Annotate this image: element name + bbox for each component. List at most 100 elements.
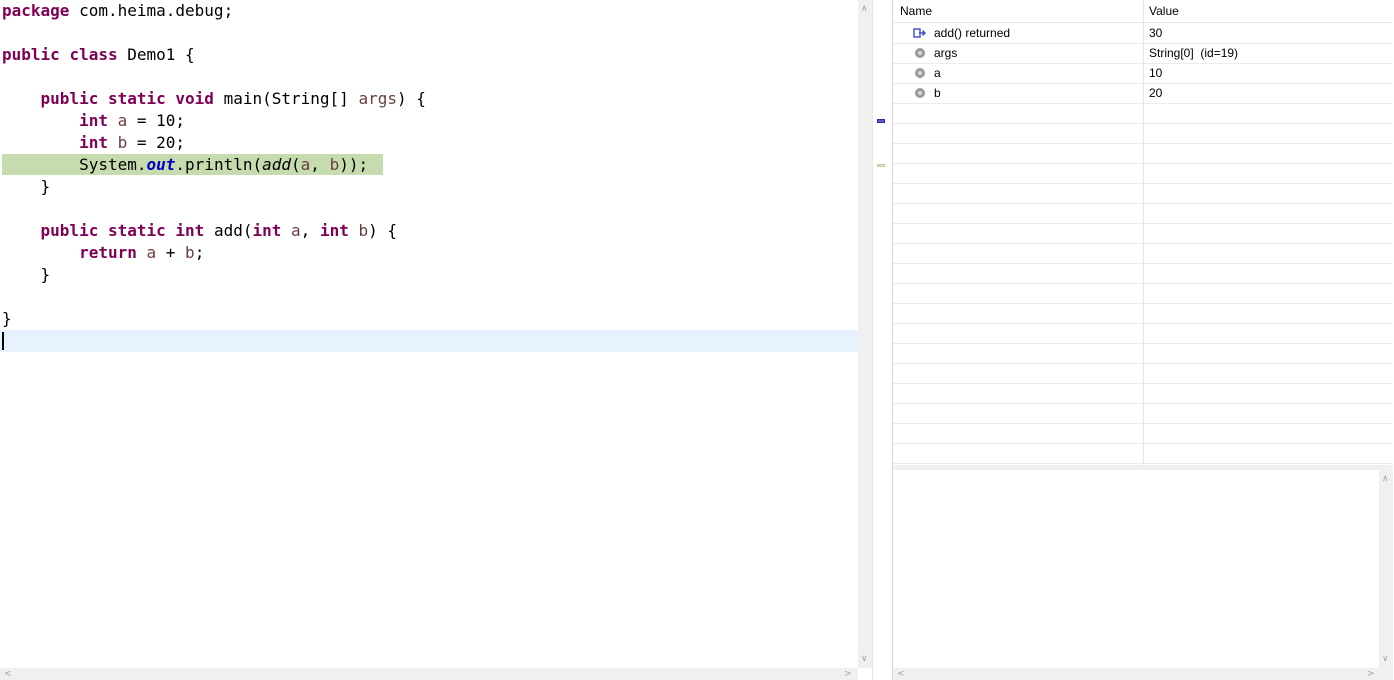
local-variable-token: a xyxy=(117,111,128,130)
operator-token: + xyxy=(156,243,186,262)
scroll-left-icon[interactable]: < xyxy=(897,669,905,679)
local-variable-token: a xyxy=(300,155,311,174)
code-line-8[interactable]: System.out.println(add(a, b)); xyxy=(2,154,368,176)
code-line-15[interactable]: } xyxy=(2,308,12,330)
variable-value: 30 xyxy=(1149,26,1163,40)
text-caret xyxy=(2,332,4,350)
keyword-token: public xyxy=(40,221,99,240)
closing-brace-token: } xyxy=(2,177,51,196)
editor-horizontal-scrollbar[interactable]: < > xyxy=(0,668,858,680)
parameter-token: args xyxy=(358,89,397,108)
local-variable-icon xyxy=(915,68,925,78)
parameter-token: b xyxy=(185,243,195,262)
scroll-right-icon[interactable]: > xyxy=(1367,669,1375,679)
keyword-token: int xyxy=(252,221,282,240)
class-name-token: System. xyxy=(79,155,147,174)
scroll-up-icon[interactable]: ∧ xyxy=(1382,474,1389,484)
debug-line-marker-icon[interactable] xyxy=(877,164,885,167)
code-line-9[interactable]: } xyxy=(2,176,51,198)
variable-name: add() returned xyxy=(934,26,1011,40)
keyword-token: return xyxy=(79,243,137,262)
closing-brace-token: } xyxy=(2,265,51,284)
code-editor[interactable]: package com.heima.debug; public class De… xyxy=(0,0,858,668)
static-field-token: out xyxy=(146,155,176,174)
parameter-token: a xyxy=(291,221,301,240)
assignment-token: = 20; xyxy=(127,133,186,152)
local-variable-token: b xyxy=(329,155,340,174)
overview-ruler[interactable] xyxy=(872,0,889,680)
keyword-token: void xyxy=(175,89,214,108)
detail-pane[interactable] xyxy=(893,470,1379,668)
class-declaration-token: Demo1 { xyxy=(117,45,195,64)
punctuation-token: , xyxy=(300,221,320,240)
local-variable-icon xyxy=(915,48,925,58)
editor-vertical-scrollbar[interactable]: ∧ ∨ xyxy=(858,0,872,668)
scroll-right-icon[interactable]: > xyxy=(844,669,852,679)
scroll-up-icon[interactable]: ∧ xyxy=(861,4,868,14)
keyword-token: package xyxy=(2,1,70,20)
code-line-3[interactable]: public class Demo1 { xyxy=(2,44,195,66)
code-line-12[interactable]: return a + b; xyxy=(2,242,204,264)
parameter-token: a xyxy=(146,243,157,262)
keyword-token: int xyxy=(319,221,349,240)
code-line-13[interactable]: } xyxy=(2,264,51,286)
code-line-6[interactable]: int a = 10; xyxy=(2,110,185,132)
variable-name: b xyxy=(934,86,941,100)
closing-brace-token: } xyxy=(2,309,12,328)
detail-horizontal-scrollbar[interactable]: < > xyxy=(893,668,1393,680)
package-name-token: com.heima.debug; xyxy=(69,1,234,20)
punctuation-token: ( xyxy=(291,155,301,174)
code-line-1[interactable]: package com.heima.debug; xyxy=(2,0,233,22)
local-variable-icon xyxy=(915,88,925,98)
code-line-11[interactable]: public static int add(int a, int b) { xyxy=(2,220,398,242)
column-separator[interactable] xyxy=(1143,0,1144,465)
keyword-token: public xyxy=(2,45,60,64)
local-variable-token: b xyxy=(117,133,128,152)
variables-view: Name Value add() returned 30 args String[0]… xyxy=(892,0,1393,680)
parameter-token: b xyxy=(358,221,369,240)
keyword-token: int xyxy=(79,111,108,130)
scroll-down-icon[interactable]: ∨ xyxy=(861,654,868,664)
occurrence-marker-icon[interactable] xyxy=(877,119,885,123)
punctuation-token: ) { xyxy=(396,89,426,108)
static-method-call-token: add xyxy=(262,155,292,174)
method-signature-token: main(String[] xyxy=(213,89,359,108)
name-column-header[interactable]: Name xyxy=(900,0,932,22)
method-signature-token: add( xyxy=(204,221,253,240)
punctuation-token: , xyxy=(310,155,330,174)
punctuation-token: ) { xyxy=(368,221,398,240)
cursor-line-highlight xyxy=(0,330,858,352)
variable-value: 10 xyxy=(1149,66,1163,80)
variable-name: args xyxy=(934,46,958,60)
keyword-token: class xyxy=(69,45,118,64)
variable-name: a xyxy=(934,66,941,80)
keyword-token: public xyxy=(40,89,99,108)
value-column-header[interactable]: Value xyxy=(1149,0,1179,22)
punctuation-token: ; xyxy=(194,243,205,262)
method-call-token: .println( xyxy=(175,155,263,174)
return-value-icon xyxy=(913,27,927,39)
scroll-left-icon[interactable]: < xyxy=(4,669,12,679)
variable-value: 20 xyxy=(1149,86,1163,100)
keyword-token: int xyxy=(79,133,108,152)
detail-vertical-scrollbar[interactable]: ∧ ∨ xyxy=(1379,470,1393,668)
code-line-5[interactable]: public static void main(String[] args) { xyxy=(2,88,426,110)
keyword-token: static xyxy=(107,221,166,240)
keyword-token: int xyxy=(175,221,205,240)
punctuation-token: )); xyxy=(339,155,369,174)
variable-value: String[0] (id=19) xyxy=(1149,46,1239,60)
assignment-token: = 10; xyxy=(127,111,186,130)
scroll-down-icon[interactable]: ∨ xyxy=(1382,654,1389,664)
keyword-token: static xyxy=(107,89,166,108)
code-line-7[interactable]: int b = 20; xyxy=(2,132,185,154)
